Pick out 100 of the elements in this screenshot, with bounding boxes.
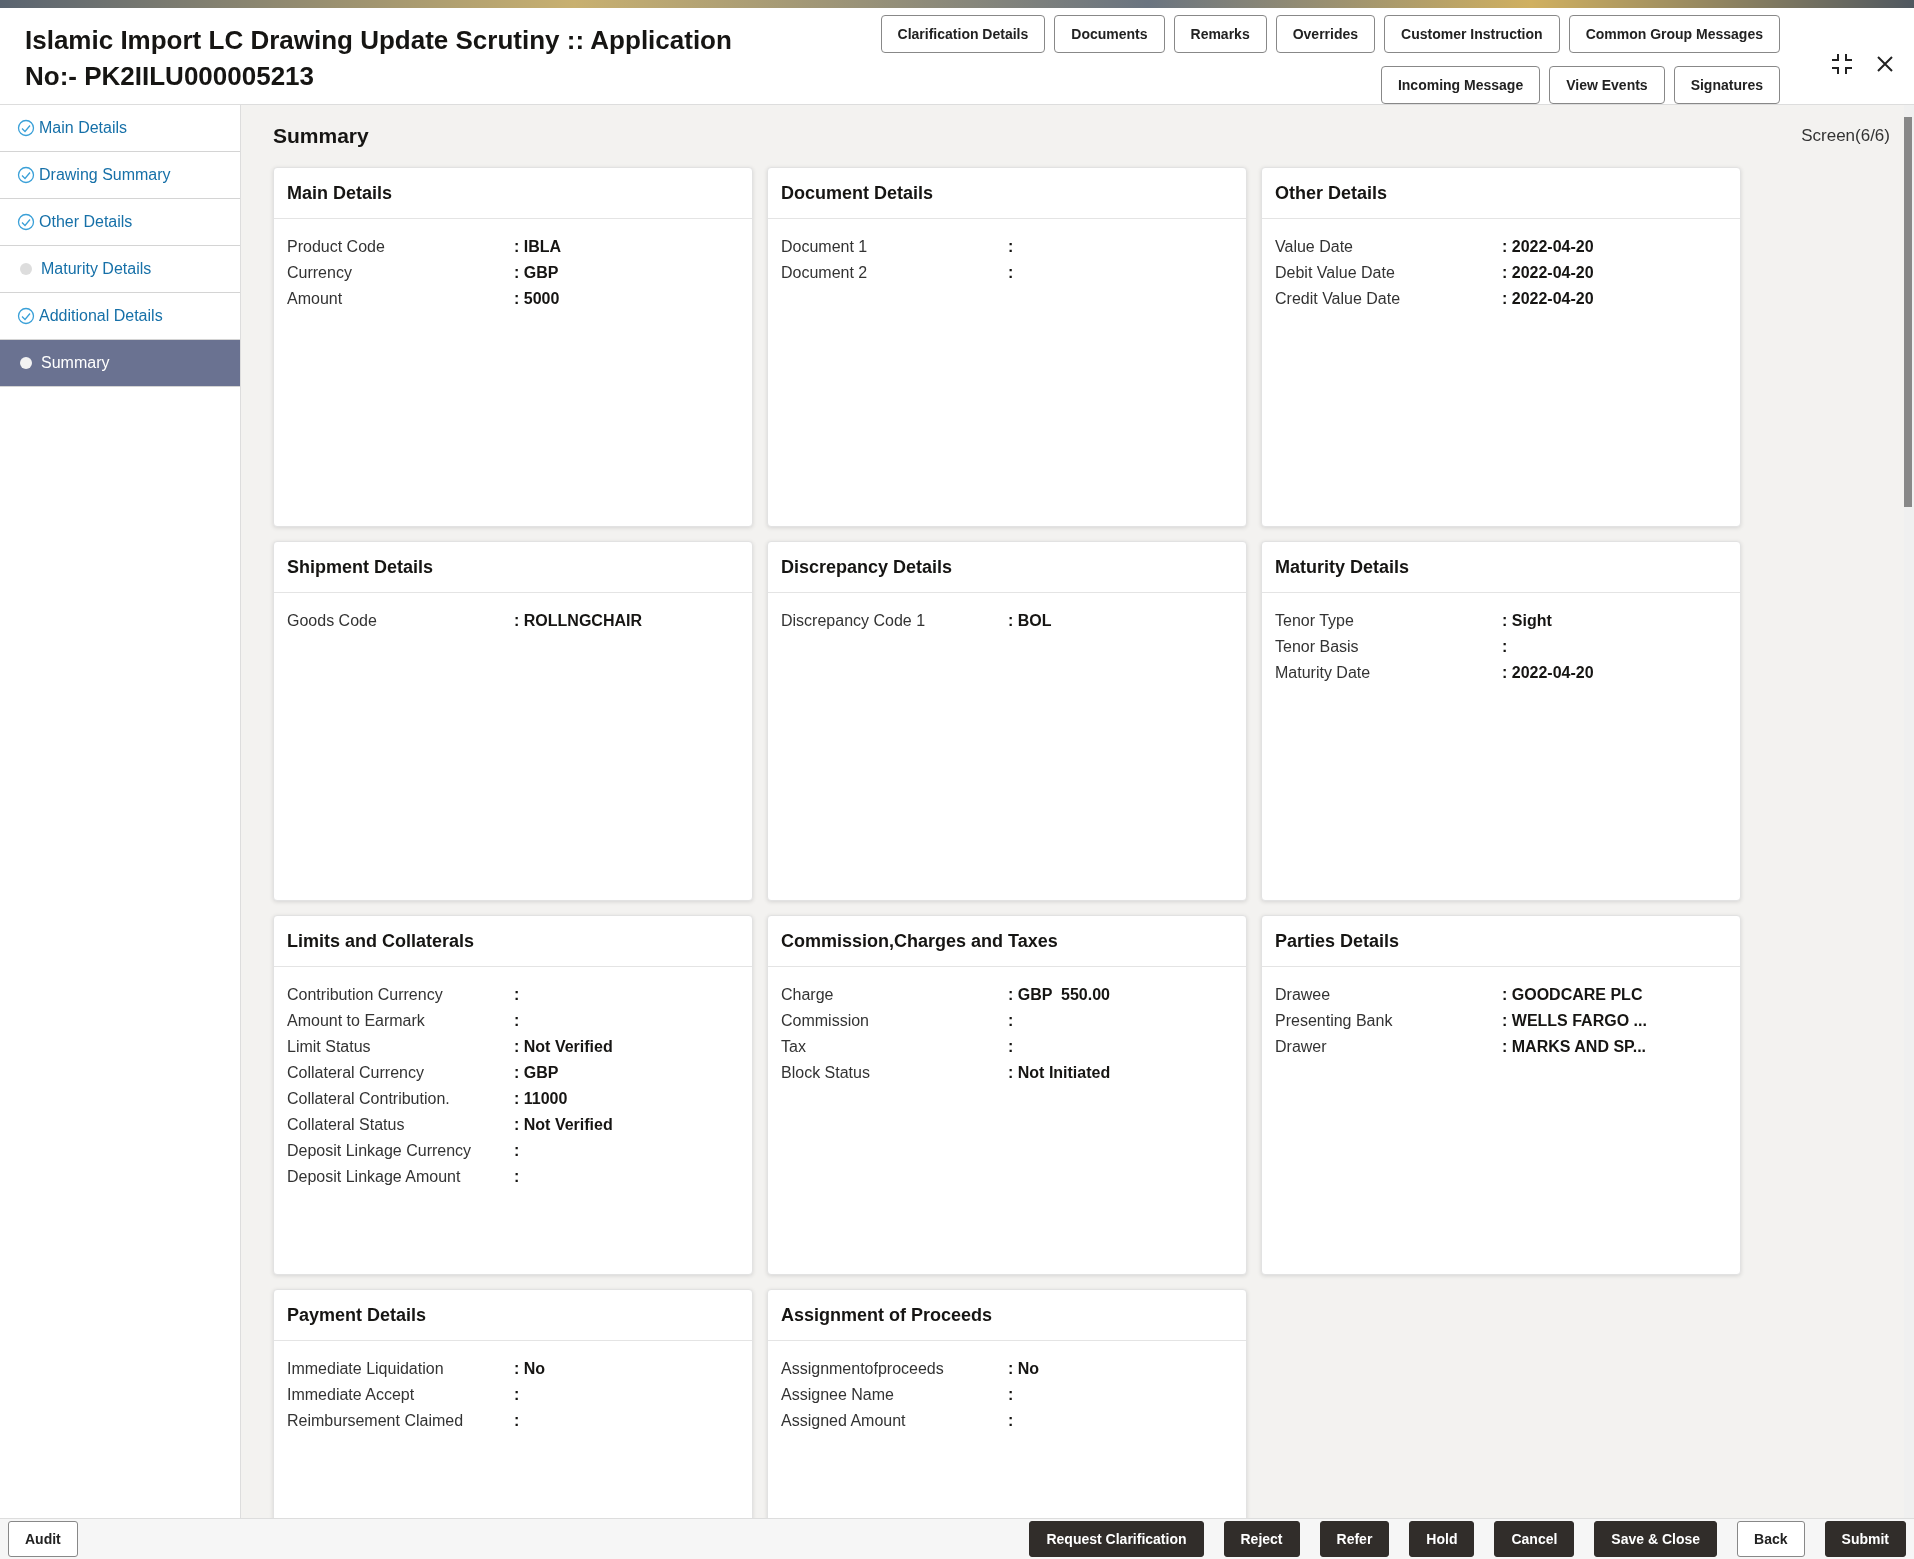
field-label: Reimbursement Claimed bbox=[287, 1411, 465, 1431]
field-value: : bbox=[1008, 263, 1015, 283]
field-label: Amount bbox=[287, 289, 344, 309]
field-label: Drawer bbox=[1275, 1037, 1328, 1057]
header-button[interactable]: Signatures bbox=[1673, 66, 1780, 104]
field-value: : GOODCARE PLC bbox=[1502, 985, 1644, 1005]
header-button[interactable]: Customer Instruction bbox=[1384, 15, 1560, 53]
header-button[interactable]: Incoming Message bbox=[1380, 66, 1541, 104]
field-value: : Not Verified bbox=[514, 1037, 614, 1057]
card-title: Other Details bbox=[1262, 168, 1740, 219]
sidebar-item[interactable]: Summary bbox=[0, 340, 240, 387]
field-label: Deposit Linkage Amount bbox=[287, 1167, 462, 1187]
field-value: : bbox=[514, 1411, 521, 1431]
header-button[interactable]: Documents bbox=[1054, 15, 1165, 53]
action-button[interactable]: Save & Close bbox=[1594, 1521, 1718, 1557]
header-button[interactable]: Common Group Messages bbox=[1568, 15, 1780, 53]
field-label: Immediate Liquidation bbox=[287, 1359, 445, 1379]
card-title: Discrepancy Details bbox=[768, 542, 1246, 593]
field-value: : bbox=[514, 1167, 521, 1187]
field-value: : BOL bbox=[1008, 611, 1053, 631]
field-label: Collateral Currency bbox=[287, 1063, 425, 1083]
field-value: : bbox=[1008, 1385, 1015, 1405]
field-value: : GBP bbox=[514, 1063, 560, 1083]
field-label: Immediate Accept bbox=[287, 1385, 416, 1405]
field-label: Product Code bbox=[287, 237, 386, 257]
collapse-icon[interactable] bbox=[1830, 52, 1854, 76]
field-value: : Not Initiated bbox=[1008, 1063, 1112, 1083]
field-value: : GBP 550.00 bbox=[1008, 985, 1111, 1005]
action-button[interactable]: Reject bbox=[1223, 1521, 1300, 1557]
field-label: Assignmentofproceeds bbox=[781, 1359, 945, 1379]
field-value: : IBLA bbox=[514, 237, 563, 257]
field-label: Assigned Amount bbox=[781, 1411, 907, 1431]
field-label: Credit Value Date bbox=[1275, 289, 1402, 309]
field-label: Debit Value Date bbox=[1275, 263, 1396, 283]
action-button[interactable]: Refer bbox=[1319, 1521, 1390, 1557]
header-button[interactable]: Overrides bbox=[1275, 15, 1376, 53]
action-button[interactable]: Request Clarification bbox=[1029, 1521, 1204, 1557]
field-value: : bbox=[514, 985, 521, 1005]
field-label: Goods Code bbox=[287, 611, 378, 631]
field-value: : WELLS FARGO ... bbox=[1502, 1011, 1648, 1031]
field-value: : 5000 bbox=[514, 289, 561, 309]
action-button[interactable]: Cancel bbox=[1494, 1521, 1575, 1557]
card-title: Parties Details bbox=[1262, 916, 1740, 967]
header-button[interactable]: View Events bbox=[1549, 66, 1665, 104]
card-title: Commission,Charges and Taxes bbox=[768, 916, 1246, 967]
card-title: Limits and Collaterals bbox=[274, 916, 752, 967]
header-button[interactable]: Remarks bbox=[1173, 15, 1267, 53]
action-button[interactable]: Audit bbox=[8, 1521, 78, 1557]
field-value: : ROLLNGCHAIR bbox=[514, 611, 643, 631]
action-button[interactable]: Submit bbox=[1824, 1521, 1906, 1557]
field-label: Tenor Basis bbox=[1275, 637, 1360, 657]
sidebar-item[interactable]: Other Details bbox=[0, 199, 240, 246]
field-value: : bbox=[1502, 637, 1509, 657]
close-icon[interactable] bbox=[1876, 55, 1894, 73]
field-label: Value Date bbox=[1275, 237, 1354, 257]
field-label: Document 2 bbox=[781, 263, 869, 283]
card-title: Assignment of Proceeds bbox=[768, 1290, 1246, 1341]
field-value: : bbox=[1008, 1411, 1015, 1431]
card-title: Maturity Details bbox=[1262, 542, 1740, 593]
field-label: Drawee bbox=[1275, 985, 1332, 1005]
field-label: Contribution Currency bbox=[287, 985, 444, 1005]
field-label: Assignee Name bbox=[781, 1385, 895, 1405]
sidebar-item[interactable]: Main Details bbox=[0, 105, 240, 152]
page-title: Summary bbox=[273, 124, 369, 148]
action-button[interactable]: Back bbox=[1737, 1521, 1805, 1557]
field-value: : No bbox=[514, 1359, 547, 1379]
field-label: Maturity Date bbox=[1275, 663, 1372, 683]
field-value: : bbox=[1008, 1011, 1015, 1031]
field-label: Charge bbox=[781, 985, 835, 1005]
field-value: : 11000 bbox=[514, 1089, 569, 1109]
sidebar-item[interactable]: Drawing Summary bbox=[0, 152, 240, 199]
field-value: : 2022-04-20 bbox=[1502, 237, 1595, 257]
card-title: Document Details bbox=[768, 168, 1246, 219]
field-value: : Not Verified bbox=[514, 1115, 614, 1135]
field-value: : bbox=[1008, 1037, 1015, 1057]
field-value: : No bbox=[1008, 1359, 1041, 1379]
field-label: Tax bbox=[781, 1037, 807, 1057]
field-label: Limit Status bbox=[287, 1037, 372, 1057]
field-value: : 2022-04-20 bbox=[1502, 663, 1595, 683]
sidebar-item[interactable]: Maturity Details bbox=[0, 246, 240, 293]
field-value: : bbox=[514, 1011, 521, 1031]
screen-counter: Screen(6/6) bbox=[1801, 126, 1890, 146]
field-label: Amount to Earmark bbox=[287, 1011, 426, 1031]
header-button[interactable]: Clarification Details bbox=[880, 15, 1046, 53]
card-title: Shipment Details bbox=[274, 542, 752, 593]
field-label: Collateral Status bbox=[287, 1115, 406, 1135]
field-value: : bbox=[514, 1385, 521, 1405]
field-value: : GBP bbox=[514, 263, 560, 283]
field-label: Block Status bbox=[781, 1063, 871, 1083]
action-button[interactable]: Hold bbox=[1409, 1521, 1475, 1557]
field-label: Tenor Type bbox=[1275, 611, 1355, 631]
window-title: Islamic Import LC Drawing Update Scrutiny :: Application No:- PK2IILU000005213 bbox=[25, 24, 733, 93]
field-label: Collateral Contribution. bbox=[287, 1089, 451, 1109]
field-value: : Sight bbox=[1502, 611, 1553, 631]
field-label: Commission bbox=[781, 1011, 870, 1031]
field-label: Presenting Bank bbox=[1275, 1011, 1394, 1031]
field-label: Deposit Linkage Currency bbox=[287, 1141, 473, 1161]
field-value: : MARKS AND SP... bbox=[1502, 1037, 1647, 1057]
field-value: : 2022-04-20 bbox=[1502, 263, 1595, 283]
card-title: Payment Details bbox=[274, 1290, 752, 1341]
